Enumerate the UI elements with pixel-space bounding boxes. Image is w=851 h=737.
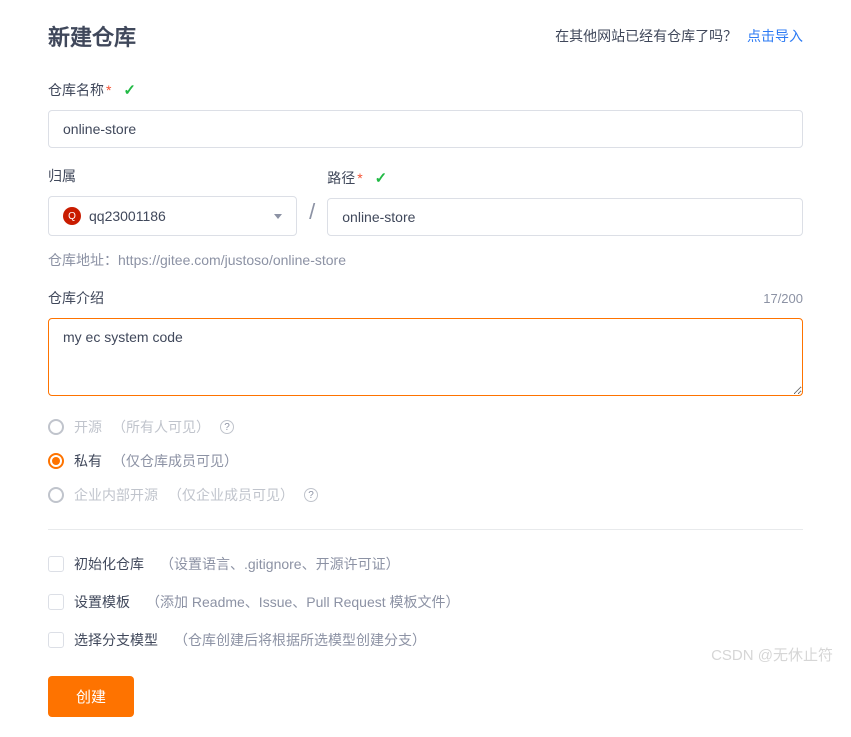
help-icon[interactable]: ? — [220, 420, 234, 434]
page-title: 新建仓库 — [48, 20, 136, 52]
chevron-down-icon — [274, 214, 282, 219]
owner-dropdown[interactable]: Q qq23001186 — [48, 196, 297, 236]
radio-label-sub: （仅仓库成员可见） — [112, 451, 238, 471]
checkbox-box-icon — [48, 632, 64, 648]
checkbox-box-icon — [48, 556, 64, 572]
checkbox-item-1[interactable]: 设置模板 （添加 Readme、Issue、Pull Request 模板文件） — [48, 592, 803, 612]
owner-selected: qq23001186 — [89, 208, 166, 224]
checkbox-item-2[interactable]: 选择分支模型 （仓库创建后将根据所选模型创建分支） — [48, 630, 803, 650]
radio-label-main: 企业内部开源 — [74, 485, 158, 505]
required-star: * — [357, 170, 362, 186]
import-link[interactable]: 点击导入 — [747, 28, 803, 44]
visibility-radio-0: 开源 （所有人可见）? — [48, 417, 803, 437]
checkbox-label-main: 初始化仓库 — [74, 554, 144, 574]
check-icon: ✓ — [375, 169, 388, 187]
radio-label-main: 私有 — [74, 451, 102, 471]
options-checkbox-group: 初始化仓库 （设置语言、.gitignore、开源许可证） 设置模板 （添加 Read… — [48, 554, 803, 650]
path-input[interactable] — [327, 198, 803, 236]
repo-name-input[interactable] — [48, 110, 803, 148]
visibility-radio-group: 开源 （所有人可见）? 私有 （仅仓库成员可见） 企业内部开源 （仅企业成员可见）? — [48, 417, 803, 505]
radio-circle-icon — [48, 419, 64, 435]
import-hint-text: 在其他网站已经有仓库了吗？ — [555, 28, 737, 44]
repo-url-hint: 仓库地址：https://gitee.com/justoso/online-st… — [48, 250, 803, 270]
path-separator: / — [297, 199, 327, 236]
checkbox-label-main: 设置模板 — [74, 592, 130, 612]
divider — [48, 529, 803, 530]
checkbox-box-icon — [48, 594, 64, 610]
check-icon: ✓ — [123, 81, 136, 99]
owner-label: 归属 — [48, 166, 297, 186]
radio-label-sub: （所有人可见） — [112, 417, 210, 437]
checkbox-label-sub: （添加 Readme、Issue、Pull Request 模板文件） — [146, 592, 460, 612]
visibility-radio-2: 企业内部开源 （仅企业成员可见）? — [48, 485, 803, 505]
repo-name-label: 仓库名称* ✓ — [48, 80, 803, 100]
checkbox-item-0[interactable]: 初始化仓库 （设置语言、.gitignore、开源许可证） — [48, 554, 803, 574]
intro-label: 仓库介绍 — [48, 288, 104, 308]
avatar: Q — [63, 207, 81, 225]
checkbox-label-sub: （设置语言、.gitignore、开源许可证） — [160, 554, 400, 574]
radio-circle-icon — [48, 453, 64, 469]
checkbox-label-main: 选择分支模型 — [74, 630, 158, 650]
checkbox-label-sub: （仓库创建后将根据所选模型创建分支） — [174, 630, 426, 650]
char-count: 17/200 — [763, 291, 803, 306]
path-label: 路径* ✓ — [327, 168, 803, 188]
create-button[interactable]: 创建 — [48, 676, 134, 717]
radio-label-sub: （仅企业成员可见） — [168, 485, 294, 505]
help-icon[interactable]: ? — [304, 488, 318, 502]
visibility-radio-1[interactable]: 私有 （仅仓库成员可见） — [48, 451, 803, 471]
required-star: * — [106, 82, 111, 98]
radio-circle-icon — [48, 487, 64, 503]
intro-textarea[interactable]: my ec system code — [48, 318, 803, 396]
radio-label-main: 开源 — [74, 417, 102, 437]
import-hint-container: 在其他网站已经有仓库了吗？ 点击导入 — [555, 26, 803, 46]
